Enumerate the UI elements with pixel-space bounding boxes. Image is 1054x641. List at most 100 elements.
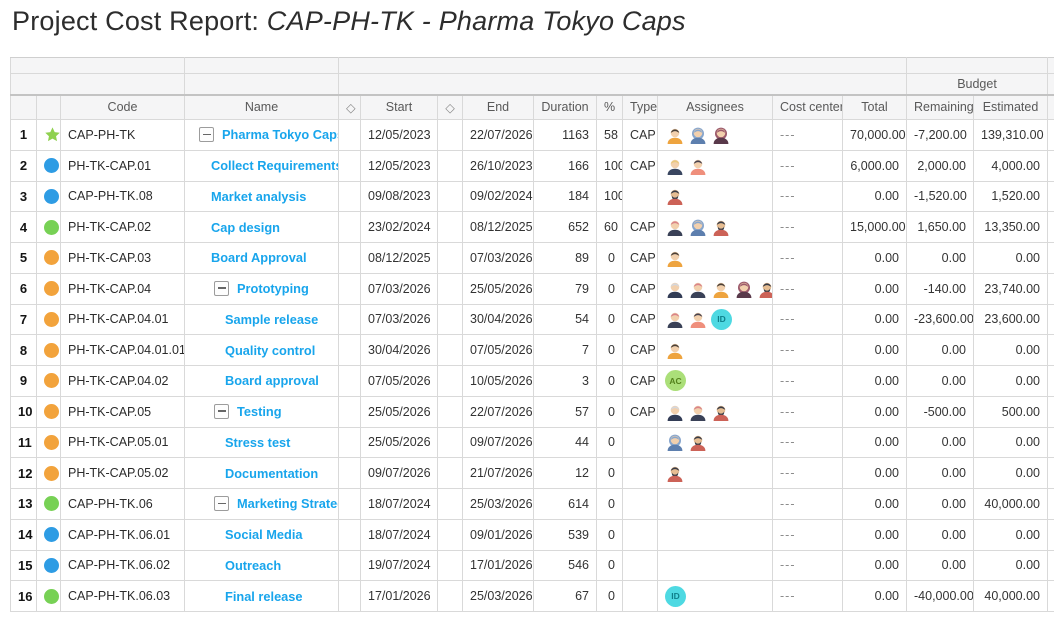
task-name-link[interactable]: Collect Requirements [211, 158, 339, 173]
table-row[interactable]: 8 PH-TK-CAP.04.01.01 Quality control 30/… [11, 335, 1054, 366]
total-value: 15,000.00 [843, 212, 907, 243]
assignee-avatar-icon [665, 248, 685, 268]
task-name-link[interactable]: Prototyping [237, 281, 309, 296]
estimated-value: 1,520.00 [974, 181, 1048, 212]
task-name-link[interactable]: Final release [225, 589, 303, 604]
milestone-cell [339, 150, 361, 181]
table-row[interactable]: 3 CAP-PH-TK.08 Market analysis 09/08/202… [11, 181, 1054, 212]
remaining-value: 0.00 [907, 366, 974, 397]
task-name-link[interactable]: Marketing Strategy [237, 496, 339, 511]
task-name-link[interactable]: Quality control [225, 343, 315, 358]
remaining-value: 0.00 [907, 335, 974, 366]
table-row[interactable]: 7 PH-TK-CAP.04.01 Sample release 07/03/2… [11, 304, 1054, 335]
table-row[interactable]: 5 PH-TK-CAP.03 Board Approval 08/12/2025… [11, 243, 1054, 274]
task-name-link[interactable]: Pharma Tokyo Caps [222, 127, 339, 142]
table-row[interactable]: 4 PH-TK-CAP.02 Cap design 23/02/2024 08/… [11, 212, 1054, 243]
status-circle-icon [44, 312, 59, 327]
collapse-minus-icon[interactable] [214, 496, 229, 511]
cost-center-value: --- [773, 181, 843, 212]
col-header-row-number [11, 95, 37, 120]
estimated-value: 139,310.00 [974, 120, 1048, 151]
task-name-link[interactable]: Testing [237, 404, 282, 419]
task-name-link[interactable]: Documentation [225, 466, 318, 481]
task-name-cell: Board Approval [185, 243, 339, 274]
table-row[interactable]: 15 CAP-PH-TK.06.02 Outreach 19/07/2024 1… [11, 550, 1054, 581]
milestone-cell [438, 243, 463, 274]
status-cell [37, 427, 61, 458]
assignee-avatar-icon [665, 432, 685, 452]
task-code: PH-TK-CAP.03 [61, 243, 185, 274]
milestone-cell [339, 396, 361, 427]
task-name-link[interactable]: Cap design [211, 220, 280, 235]
table-row[interactable]: 16 CAP-PH-TK.06.03 Final release 17/01/2… [11, 581, 1054, 612]
status-circle-icon [44, 466, 59, 481]
row-number: 5 [11, 243, 37, 274]
table-row[interactable]: 1 CAP-PH-TK Pharma Tokyo Caps 12/05/2023… [11, 120, 1054, 151]
task-name-link[interactable]: Stress test [225, 435, 290, 450]
row-number: 3 [11, 181, 37, 212]
task-name-link[interactable]: Outreach [225, 558, 281, 573]
cost-center-value: --- [773, 304, 843, 335]
assignee-avatar-icon [711, 279, 731, 299]
estimated-value: 40,000.00 [974, 489, 1048, 520]
task-code: PH-TK-CAP.05 [61, 396, 185, 427]
estimated-value: 0.00 [974, 519, 1048, 550]
duration-value: 539 [534, 519, 597, 550]
remaining-value: 2,000.00 [907, 150, 974, 181]
type-value: CAP [623, 150, 658, 181]
band-cell [907, 58, 1048, 74]
type-value: CAP [623, 335, 658, 366]
row-number: 2 [11, 150, 37, 181]
duration-value: 89 [534, 243, 597, 274]
band-cell [1048, 58, 1054, 74]
start-date: 07/03/2026 [361, 273, 438, 304]
collapse-minus-icon[interactable] [214, 404, 229, 419]
table-row[interactable]: 12 PH-TK-CAP.05.02 Documentation 09/07/2… [11, 458, 1054, 489]
clipped-cell [1048, 181, 1054, 212]
task-name-link[interactable]: Sample release [225, 312, 318, 327]
task-name-link[interactable]: Board Approval [211, 250, 307, 265]
table-row[interactable]: 2 PH-TK-CAP.01 Collect Requirements 12/0… [11, 150, 1054, 181]
row-number: 12 [11, 458, 37, 489]
table-row[interactable]: 11 PH-TK-CAP.05.01 Stress test 25/05/202… [11, 427, 1054, 458]
end-date: 08/12/2025 [463, 212, 534, 243]
row-number: 14 [11, 519, 37, 550]
end-date: 26/10/2023 [463, 150, 534, 181]
duration-value: 67 [534, 581, 597, 612]
remaining-value: 0.00 [907, 427, 974, 458]
header-band-groups: Budget [11, 74, 1054, 95]
table-row[interactable]: 13 CAP-PH-TK.06 Marketing Strategy 18/07… [11, 489, 1054, 520]
col-header-cost-center: Cost center [773, 95, 843, 120]
end-date: 10/05/2026 [463, 366, 534, 397]
table-row[interactable]: 9 PH-TK-CAP.04.02 Board approval 07/05/2… [11, 366, 1054, 397]
milestone-cell [438, 550, 463, 581]
task-name-link[interactable]: Market analysis [211, 189, 306, 204]
collapse-minus-icon[interactable] [214, 281, 229, 296]
total-value: 0.00 [843, 458, 907, 489]
status-cell [37, 120, 61, 151]
type-value: CAP [623, 243, 658, 274]
row-number: 15 [11, 550, 37, 581]
collapse-minus-icon[interactable] [199, 127, 214, 142]
type-value: CAP [623, 120, 658, 151]
table-row[interactable]: 10 PH-TK-CAP.05 Testing 25/05/2026 22/07… [11, 396, 1054, 427]
col-header-name: Name [185, 95, 339, 120]
duration-value: 12 [534, 458, 597, 489]
clipped-cell [1048, 489, 1054, 520]
status-cell [37, 489, 61, 520]
end-date: 07/03/2026 [463, 243, 534, 274]
assignees-cell [658, 212, 773, 243]
task-name-link[interactable]: Social Media [225, 527, 303, 542]
estimated-value: 500.00 [974, 396, 1048, 427]
type-value [623, 458, 658, 489]
clipped-cell [1048, 427, 1054, 458]
status-cell [37, 366, 61, 397]
table-row[interactable]: 6 PH-TK-CAP.04 Prototyping 07/03/2026 25… [11, 273, 1054, 304]
task-name-link[interactable]: Board approval [225, 373, 319, 388]
estimated-value: 0.00 [974, 243, 1048, 274]
table-row[interactable]: 14 CAP-PH-TK.06.01 Social Media 18/07/20… [11, 519, 1054, 550]
clipped-cell [1048, 519, 1054, 550]
assignee-avatar-icon [665, 217, 685, 237]
status-cell [37, 458, 61, 489]
remaining-value: -140.00 [907, 273, 974, 304]
